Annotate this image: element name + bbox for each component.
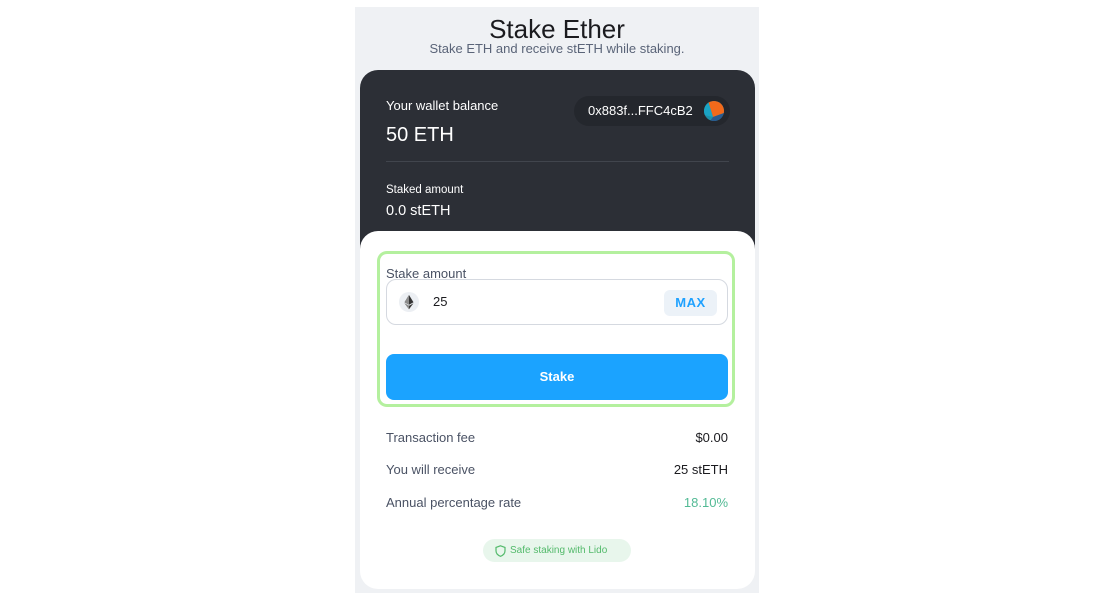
info-label: Transaction fee [386, 430, 476, 445]
info-row-apr: Annual percentage rate 18.10% [386, 495, 728, 511]
stake-button[interactable]: Stake [386, 354, 728, 400]
info-label: You will receive [386, 462, 476, 477]
info-value: 25 stETH [673, 462, 728, 477]
stake-form-card: Stake amount MAX Stake Transaction fee $… [360, 231, 755, 589]
stake-widget: Stake Ether Stake ETH and receive stETH … [355, 7, 759, 593]
wallet-balance-value: 50 ETH [386, 124, 454, 146]
wallet-address-button[interactable]: 0x883f...FFC4cB2 [574, 96, 730, 126]
info-value: $0.00 [695, 430, 728, 445]
safe-staking-badge: Safe staking with Lido [483, 539, 631, 562]
wallet-avatar-icon [704, 101, 724, 121]
staked-amount-value: 0.0 stETH [386, 203, 451, 219]
ethereum-icon [399, 292, 419, 312]
stake-amount-input[interactable] [433, 294, 633, 310]
info-row-receive: You will receive 25 stETH [386, 462, 728, 478]
wallet-address: 0x883f...FFC4cB2 [588, 103, 693, 118]
shield-icon [495, 545, 506, 557]
safe-staking-text: Safe staking with Lido [510, 545, 608, 556]
page-subtitle: Stake ETH and receive stETH while stakin… [429, 41, 685, 56]
info-label: Annual percentage rate [386, 495, 522, 510]
info-value: 18.10% [683, 495, 728, 510]
wallet-divider [386, 161, 729, 162]
stake-amount-field[interactable]: MAX [386, 279, 728, 325]
wallet-balance-label: Your wallet balance [386, 98, 499, 113]
max-button[interactable]: MAX [664, 290, 717, 316]
staked-amount-label: Staked amount [386, 184, 464, 196]
info-row-fee: Transaction fee $0.00 [386, 430, 728, 446]
